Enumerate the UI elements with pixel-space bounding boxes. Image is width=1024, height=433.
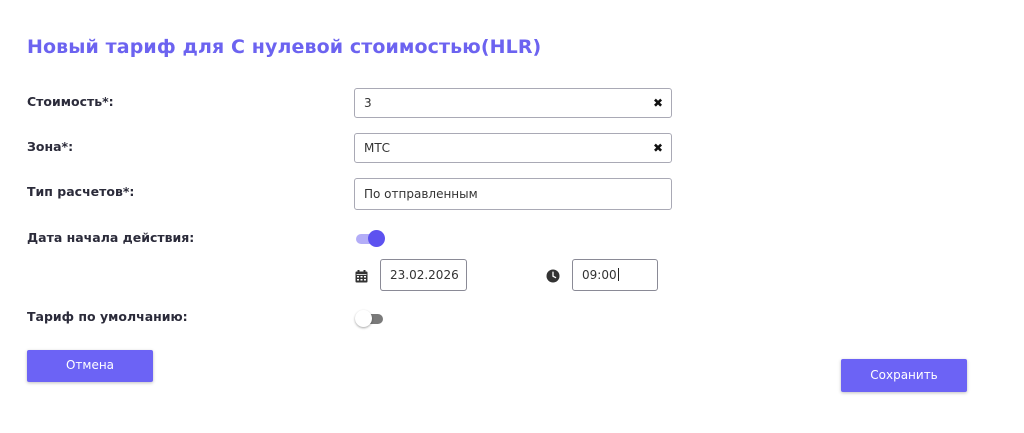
default-tariff-toggle[interactable] (355, 309, 385, 327)
toggle-knob (355, 310, 372, 327)
cost-field[interactable]: 3 ✖ (354, 88, 672, 118)
start-date-input[interactable]: 23.02.2026 (380, 259, 467, 291)
close-icon[interactable]: ✖ (652, 96, 664, 110)
toggle-knob (368, 230, 385, 247)
default-tariff-label: Тариф по умолчанию: (27, 309, 188, 324)
cancel-button[interactable]: Отмена (27, 350, 153, 382)
text-cursor (617, 268, 619, 281)
billing-type-value: По отправленным (364, 187, 478, 201)
page-title: Новый тариф для С нулевой стоимостью(HLR… (27, 36, 542, 58)
close-icon[interactable]: ✖ (652, 141, 664, 155)
zone-value: МТС (364, 141, 391, 155)
start-date-toggle[interactable] (354, 229, 385, 247)
start-time-value: 09:00 (582, 268, 619, 282)
calendar-icon (355, 268, 368, 287)
start-time-input[interactable]: 09:00 (572, 259, 658, 291)
zone-field[interactable]: МТС ✖ (354, 133, 672, 163)
save-button[interactable]: Сохранить (841, 359, 967, 392)
billing-type-field[interactable]: По отправленным (354, 178, 672, 210)
cost-value: 3 (364, 96, 372, 110)
start-date-value: 23.02.2026 (390, 268, 459, 282)
billing-type-label: Тип расчетов*: (27, 184, 135, 199)
start-date-label: Дата начала действия: (27, 230, 195, 245)
clock-icon (546, 268, 560, 287)
cost-label: Стоимость*: (27, 94, 114, 109)
zone-label: Зона*: (27, 139, 74, 154)
